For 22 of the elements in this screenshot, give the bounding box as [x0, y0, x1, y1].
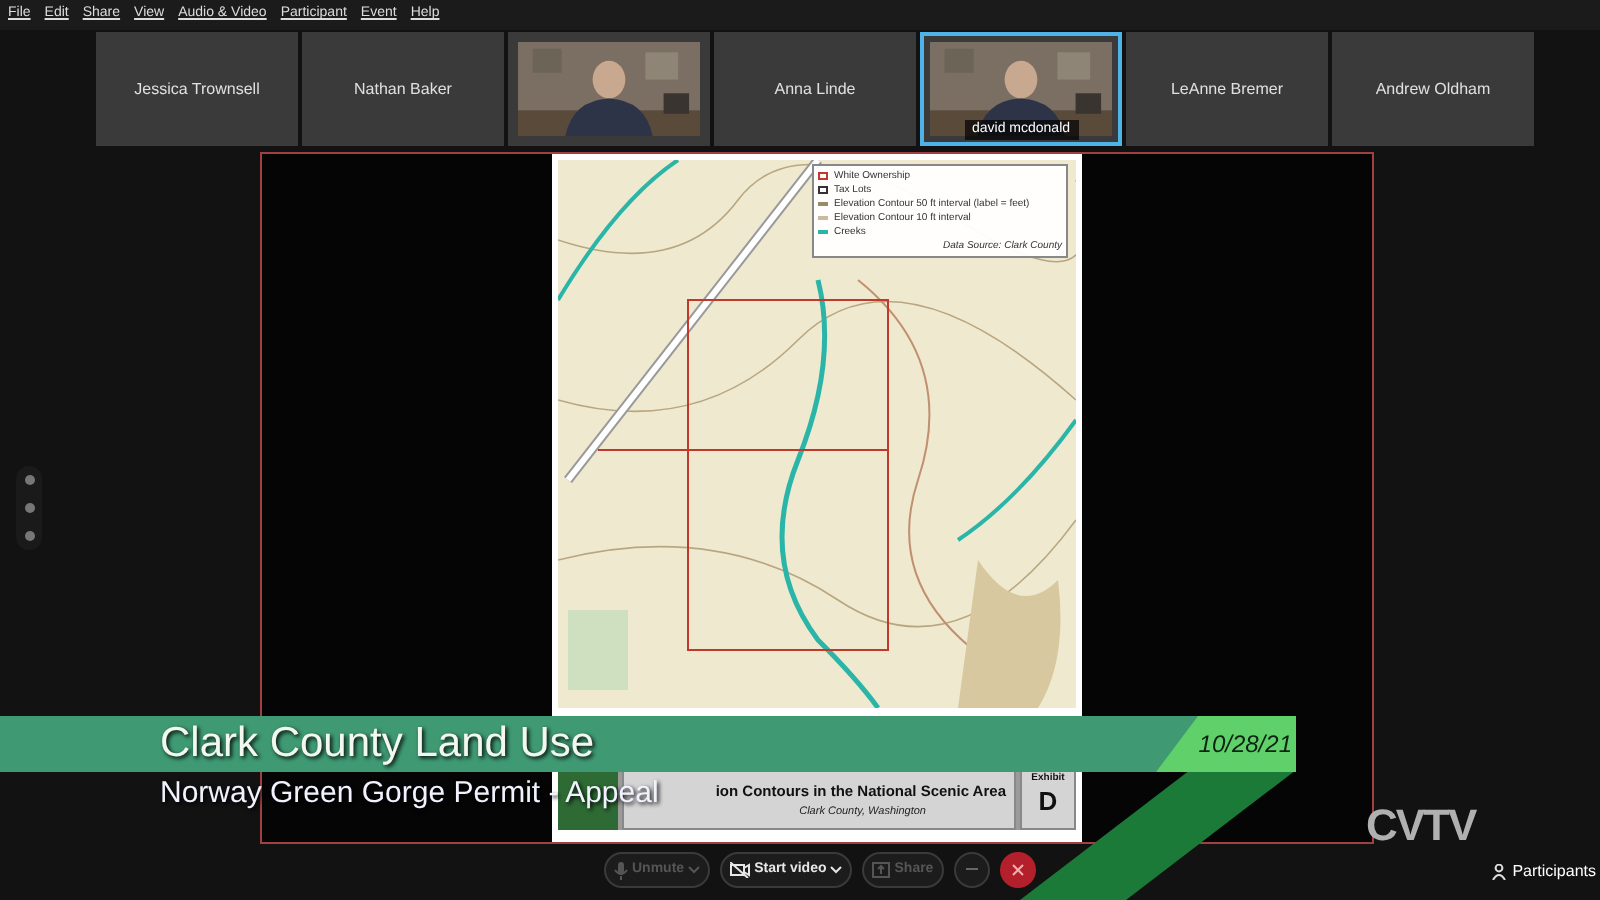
participants-button[interactable]: Participants — [1492, 860, 1596, 884]
participant-tile[interactable]: Jessica Trownsell — [96, 32, 298, 146]
participant-name: Andrew Oldham — [1375, 77, 1491, 101]
participant-tile[interactable]: Andrew Oldham — [1332, 32, 1534, 146]
participant-tile[interactable]: LeAnne Bremer — [1126, 32, 1328, 146]
caret-icon — [688, 866, 701, 874]
participant-tile[interactable]: Nathan Baker — [302, 32, 504, 146]
close-icon — [1011, 864, 1024, 876]
participant-tile[interactable]: Anna Linde — [714, 32, 916, 146]
microphone-icon — [614, 861, 628, 879]
exhibit-letter: D — [1038, 787, 1058, 815]
caret-icon — [830, 866, 843, 874]
participant-name: Nathan Baker — [354, 77, 452, 101]
person-icon — [1492, 864, 1507, 880]
end-call-button[interactable] — [999, 852, 1036, 888]
minus-icon — [965, 868, 978, 872]
share-screen-icon — [872, 862, 891, 878]
camera-off-icon — [730, 862, 751, 878]
banner-title: Clark County Land Use — [160, 718, 595, 770]
participant-name: Jessica Trownsell — [134, 77, 260, 101]
participant-name: LeAnne Bremer — [1170, 77, 1284, 101]
participant-name: Anna Linde — [774, 77, 856, 101]
